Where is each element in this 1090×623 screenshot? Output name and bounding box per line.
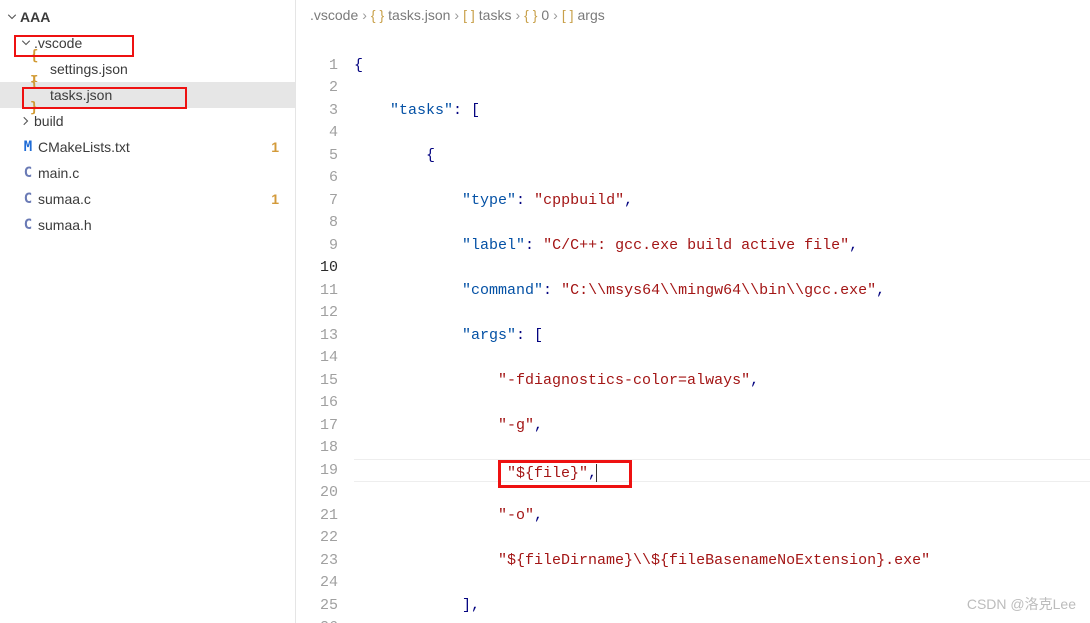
array-icon: [ ] (463, 7, 475, 23)
breadcrumb-segment[interactable]: tasks.json (388, 7, 450, 23)
chevron-right-icon: › (362, 7, 367, 23)
c-file-icon: C (18, 160, 38, 186)
editor-area: .vscode › { } tasks.json › [ ] tasks › {… (296, 0, 1090, 623)
tree-file-sumaa-h[interactable]: C sumaa.h (0, 212, 295, 238)
chevron-right-icon (18, 115, 34, 127)
problem-count: 1 (271, 134, 279, 160)
problem-count: 1 (271, 186, 279, 212)
annotation-highlight-tasks (22, 87, 187, 109)
tree-label: AAA (20, 4, 295, 30)
tree-file-sumaa-c[interactable]: C sumaa.c 1 (0, 186, 295, 212)
tree-folder-build[interactable]: build (0, 108, 295, 134)
c-file-icon: C (18, 212, 38, 238)
breadcrumb-segment[interactable]: .vscode (310, 7, 358, 23)
gutter: 1234567891011121314151617181920212223242… (296, 30, 354, 623)
breadcrumb-segment[interactable]: tasks (479, 7, 512, 23)
code-editor[interactable]: 1234567891011121314151617181920212223242… (296, 30, 1090, 623)
tree-label: main.c (38, 160, 295, 186)
chevron-right-icon: › (454, 7, 459, 23)
annotation-highlight-vscode (14, 35, 134, 57)
json-icon: { } (371, 7, 384, 23)
tree-folder-root[interactable]: AAA (0, 4, 295, 30)
tree-label: sumaa.h (38, 212, 295, 238)
explorer-sidebar: AAA .vscode { } settings.json { } tasks.… (0, 0, 296, 623)
tree-file-cmakelists[interactable]: M CMakeLists.txt 1 (0, 134, 295, 160)
tree-label: build (34, 108, 295, 134)
tree-label: CMakeLists.txt (38, 134, 271, 160)
chevron-right-icon: › (553, 7, 558, 23)
watermark: CSDN @洛克Lee (967, 593, 1076, 616)
breadcrumb-segment[interactable]: 0 (541, 7, 549, 23)
tree-label: sumaa.c (38, 186, 271, 212)
breadcrumb-segment[interactable]: args (578, 7, 605, 23)
annotation-highlight-file-arg: "${file}", (498, 460, 632, 489)
code-lines[interactable]: { "tasks": [ { "type": "cppbuild", "labe… (354, 30, 1090, 623)
chevron-right-icon: › (515, 7, 520, 23)
c-file-icon: C (18, 186, 38, 212)
chevron-down-icon (4, 11, 20, 23)
tree-label: settings.json (50, 56, 295, 82)
tree-file-main-c[interactable]: C main.c (0, 160, 295, 186)
breadcrumbs[interactable]: .vscode › { } tasks.json › [ ] tasks › {… (296, 0, 1090, 30)
json-icon: { } (524, 7, 537, 23)
text-cursor (596, 464, 597, 482)
array-icon: [ ] (562, 7, 574, 23)
makefile-icon: M (18, 134, 38, 160)
